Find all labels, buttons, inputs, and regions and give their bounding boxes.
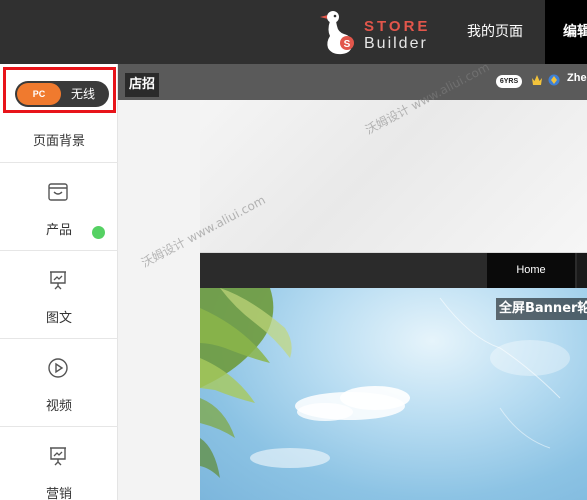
page-canvas: 店招 6YRS Zhe Home 全屏Banner轮 — [118, 64, 587, 500]
store-builder-logo[interactable]: S STORE Builder — [314, 8, 438, 56]
crown-icon — [532, 75, 542, 85]
store-name: Zhe — [567, 72, 587, 84]
svg-text:S: S — [344, 39, 351, 50]
status-indicator-dot — [92, 226, 105, 239]
sidebar-item-label: 视频 — [45, 399, 72, 414]
sidebar-item-video[interactable]: 视频 — [0, 339, 118, 427]
logo-text-builder: Builder — [364, 35, 428, 52]
play-icon — [48, 358, 68, 378]
device-toggle[interactable]: PC 无线 — [15, 81, 109, 107]
logo-text-store: STORE — [364, 18, 431, 35]
globe-icon — [548, 74, 560, 86]
device-toggle-highlight: PC 无线 — [3, 67, 116, 113]
goose-logo-icon: S — [320, 11, 354, 55]
nav-next-item[interactable] — [577, 253, 587, 288]
canvas-left-margin — [118, 100, 200, 500]
sidebar-item-marketing[interactable]: 营销 — [0, 427, 118, 500]
sidebar-item-image-text[interactable]: 图文 — [0, 251, 118, 339]
bag-icon — [48, 183, 68, 201]
shop-sign-label[interactable]: 店招 — [125, 73, 160, 97]
top-bar: S STORE Builder 我的页面 编辑 — [0, 0, 587, 64]
presentation-icon — [50, 271, 66, 290]
shop-header-strip: 店招 6YRS Zhe — [118, 64, 587, 100]
sidebar-item-label: 营销 — [45, 487, 72, 500]
toggle-pc-option[interactable]: PC — [17, 83, 61, 105]
module-sidebar: PC 无线 页面背景 产品 图文 视频 营销 — [0, 64, 118, 500]
banner-title-label[interactable]: 全屏Banner轮播 — [496, 298, 587, 320]
shop-navbar: Home — [200, 253, 587, 288]
years-badge: 6YRS — [496, 75, 522, 88]
sidebar-item-label: 页面背景 — [32, 134, 85, 149]
nav-edit[interactable]: 编辑 — [545, 0, 587, 64]
fullscreen-banner-carousel[interactable]: 全屏Banner轮播 — [200, 288, 587, 500]
presentation-icon — [50, 447, 66, 466]
nav-my-page[interactable]: 我的页面 — [467, 0, 523, 64]
nav-home-link[interactable]: Home — [487, 253, 575, 288]
toggle-wireless-option[interactable]: 无线 — [71, 81, 95, 107]
sidebar-item-page-background[interactable]: 页面背景 — [0, 119, 118, 163]
sidebar-item-label: 图文 — [45, 311, 72, 326]
